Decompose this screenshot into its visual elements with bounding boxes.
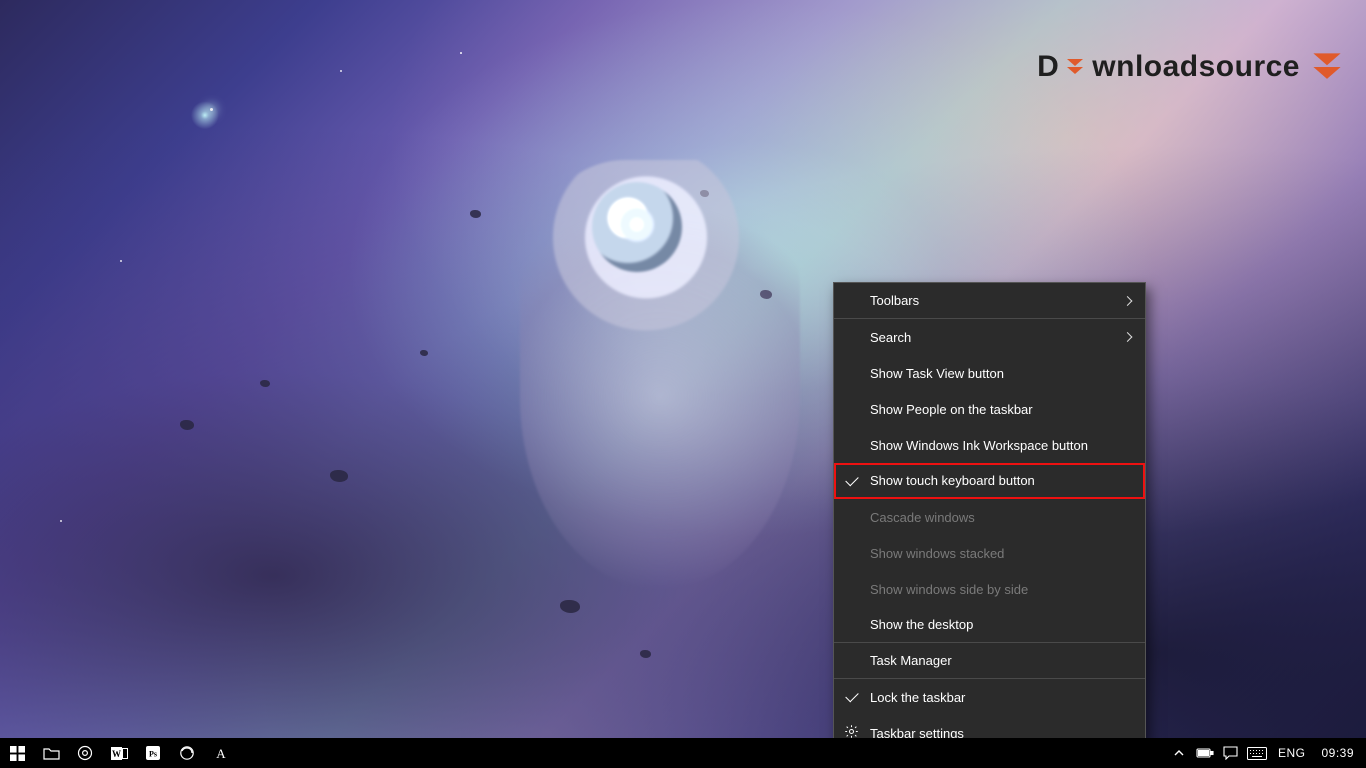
menu-item-show-people[interactable]: Show People on the taskbar [834, 391, 1145, 427]
taskbar-context-menu: Toolbars Search Show Task View button Sh… [833, 282, 1146, 752]
watermark-prefix: D [1037, 50, 1059, 84]
menu-item-toolbars[interactable]: Toolbars [834, 283, 1145, 319]
menu-item-label: Lock the taskbar [870, 690, 965, 705]
menu-item-label: Show the desktop [870, 617, 973, 632]
star-bright [210, 108, 213, 111]
menu-item-search[interactable]: Search [834, 319, 1145, 355]
menu-item-label: Show People on the taskbar [870, 402, 1033, 417]
menu-item-cascade-windows: Cascade windows [834, 499, 1145, 535]
tray-clock[interactable]: 09:39 [1313, 738, 1362, 768]
windows-icon [10, 746, 25, 761]
menu-item-label: Show Windows Ink Workspace button [870, 438, 1088, 453]
menu-item-label: Cascade windows [870, 510, 975, 525]
menu-item-show-task-view[interactable]: Show Task View button [834, 355, 1145, 391]
chrome-icon [77, 745, 93, 761]
tray-language[interactable]: ENG [1270, 738, 1314, 768]
star [340, 70, 342, 72]
tray-touch-keyboard[interactable] [1244, 738, 1270, 768]
chevron-up-icon [1173, 747, 1185, 759]
check-icon [845, 689, 858, 702]
taskbar-firefox[interactable] [170, 738, 204, 768]
menu-item-label: Toolbars [870, 293, 919, 308]
taskbar-word[interactable]: W [102, 738, 136, 768]
menu-item-label: Show touch keyboard button [870, 473, 1035, 488]
taskbar-photoshop[interactable]: Ps [136, 738, 170, 768]
check-icon [845, 472, 858, 485]
folder-icon [43, 746, 60, 760]
menu-item-label: Show windows stacked [870, 546, 1004, 561]
menu-item-label: Show Task View button [870, 366, 1004, 381]
desktop[interactable]: D wnloadsource Toolbars Search Show Task… [0, 0, 1366, 768]
firefox-icon [179, 745, 195, 761]
star [120, 260, 122, 262]
svg-text:W: W [112, 749, 121, 759]
action-center-icon [1223, 746, 1238, 760]
word-icon: W [111, 746, 128, 761]
taskbar-file-explorer[interactable] [34, 738, 68, 768]
menu-item-lock-taskbar[interactable]: Lock the taskbar [834, 679, 1145, 715]
menu-item-side-by-side: Show windows side by side [834, 571, 1145, 607]
ps-icon: Ps [145, 745, 161, 761]
menu-item-label: Task Manager [870, 653, 952, 668]
wallpaper-astronaut [520, 160, 800, 590]
tray-battery[interactable] [1192, 738, 1218, 768]
tray-overflow[interactable] [1166, 738, 1192, 768]
start-button[interactable] [0, 738, 34, 768]
chevron-down-icon [1065, 57, 1085, 77]
taskbar: W Ps A [0, 738, 1366, 768]
menu-item-show-desktop[interactable]: Show the desktop [834, 607, 1145, 643]
language-label: ENG [1278, 746, 1306, 760]
a-icon: A [213, 745, 229, 761]
keyboard-icon [1247, 747, 1267, 760]
menu-item-show-touch-keyboard[interactable]: Show touch keyboard button [834, 463, 1145, 499]
menu-item-label: Show windows side by side [870, 582, 1028, 597]
menu-item-stacked: Show windows stacked [834, 535, 1145, 571]
star [460, 52, 462, 54]
clock-label: 09:39 [1321, 746, 1354, 760]
menu-item-show-ink-workspace[interactable]: Show Windows Ink Workspace button [834, 427, 1145, 463]
star [60, 520, 62, 522]
taskbar-pinned-area: W Ps A [0, 738, 238, 768]
chevron-down-icon [1310, 50, 1344, 84]
system-tray: ENG 09:39 [1166, 738, 1366, 768]
svg-text:Ps: Ps [149, 750, 157, 759]
taskbar-chrome[interactable] [68, 738, 102, 768]
watermark-logo: D wnloadsource [1037, 50, 1344, 84]
menu-item-label: Search [870, 330, 911, 345]
menu-item-task-manager[interactable]: Task Manager [834, 643, 1145, 679]
watermark-suffix: wnloadsource [1092, 50, 1300, 84]
battery-icon [1196, 747, 1214, 759]
taskbar-app-a[interactable]: A [204, 738, 238, 768]
svg-text:A: A [216, 746, 226, 761]
tray-action-center[interactable] [1218, 738, 1244, 768]
